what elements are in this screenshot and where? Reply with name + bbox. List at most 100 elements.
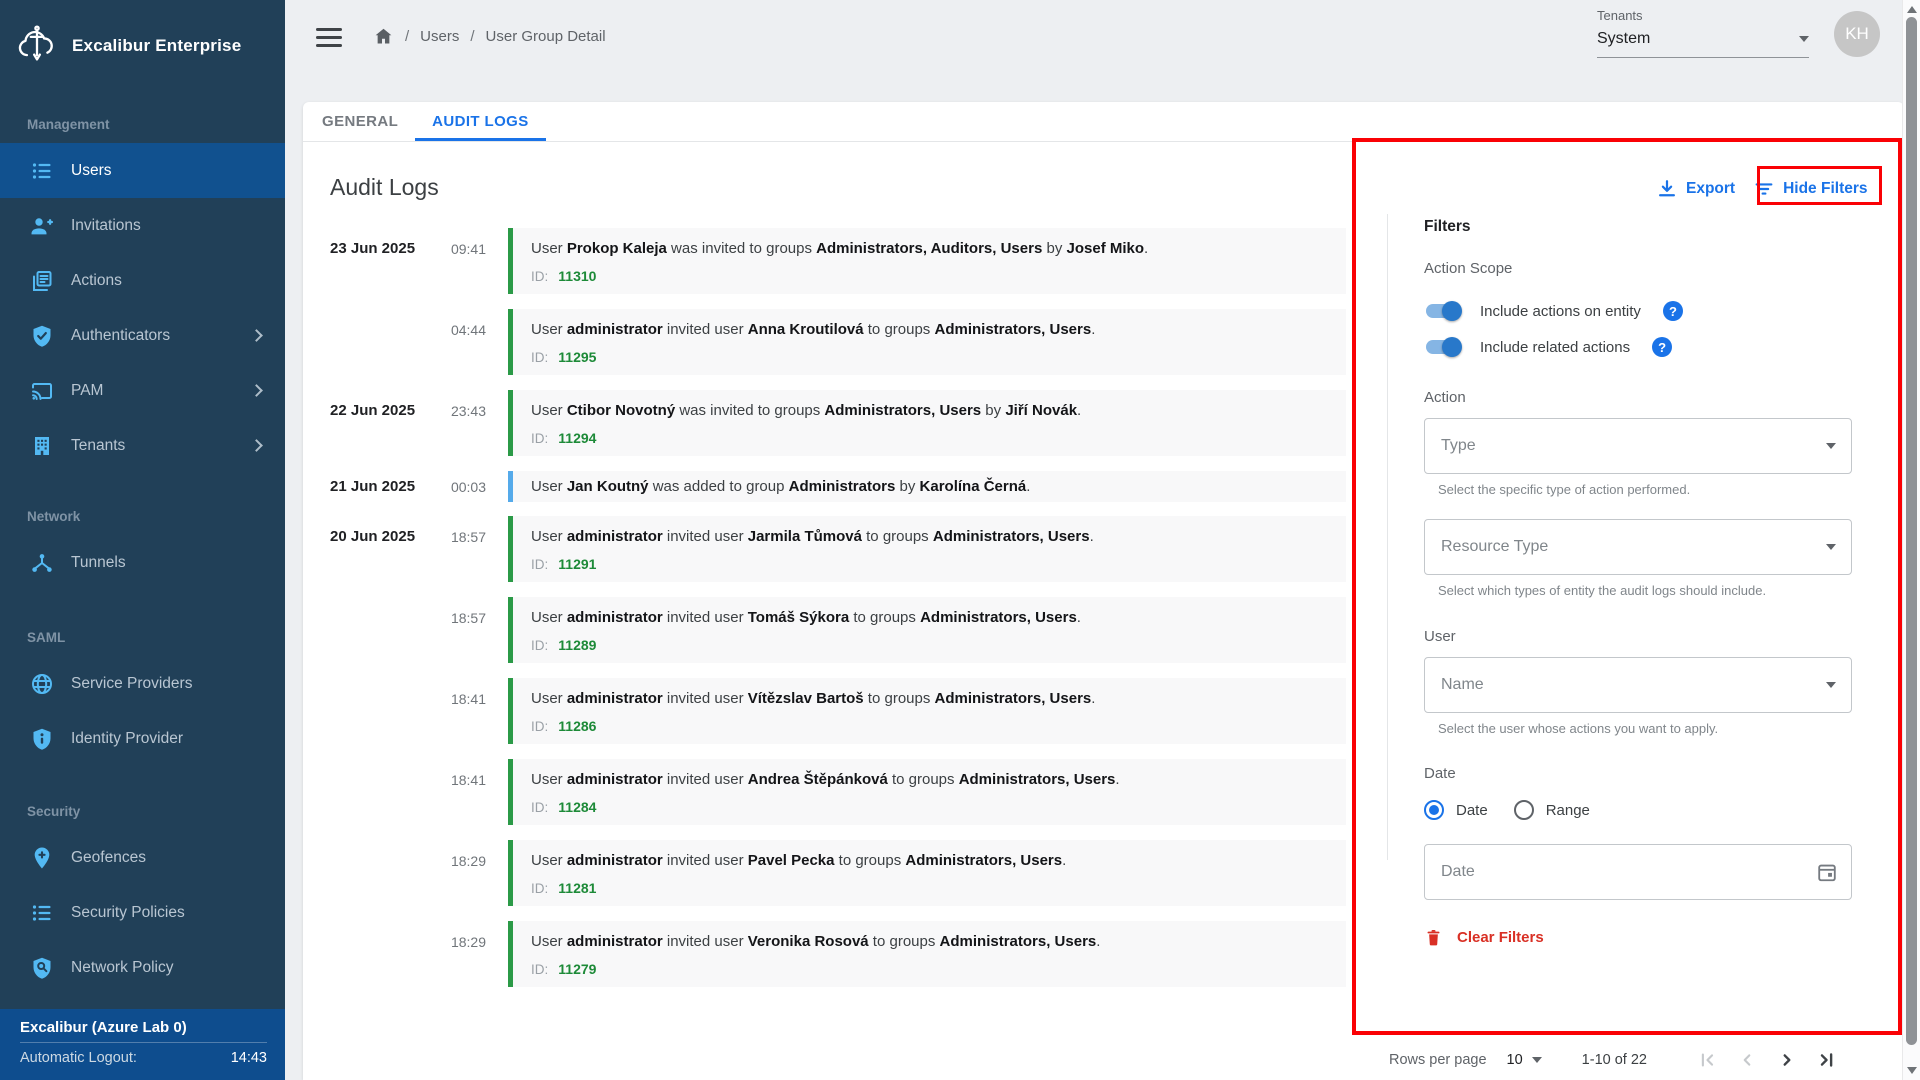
sidebar-item-service-providers[interactable]: Service Providers	[0, 656, 285, 711]
location-add-icon	[30, 846, 54, 870]
menu-icon[interactable]	[316, 28, 342, 47]
log-entry-card[interactable]: User administrator invited user Anna Kro…	[508, 309, 1346, 375]
log-entry-card[interactable]: User administrator invited user Jarmila …	[508, 516, 1346, 582]
filters-panel: Filters Action Scope Include actions on …	[1424, 218, 1852, 947]
help-icon[interactable]	[1663, 301, 1683, 321]
breadcrumb-users[interactable]: Users	[420, 28, 459, 45]
previous-page-icon[interactable]	[1733, 1046, 1761, 1074]
sidebar-item-network-policy[interactable]: Network Policy	[0, 940, 285, 995]
scroll-down-icon[interactable]	[1907, 1067, 1917, 1074]
sidebar-item-invitations[interactable]: Invitations	[0, 198, 285, 253]
log-id-line: ID:11310	[531, 268, 1328, 284]
log-time: 00:03	[422, 471, 486, 502]
sidebar-item-tenants[interactable]: Tenants	[0, 418, 285, 473]
log-id-line: ID:11281	[531, 880, 1328, 896]
log-id-line: ID:11286	[531, 718, 1328, 734]
log-time: 18:57	[422, 516, 486, 582]
avatar[interactable]: KH	[1834, 11, 1880, 57]
sidebar-item-authenticators[interactable]: Authenticators	[0, 308, 285, 363]
chevron-down-icon	[1826, 682, 1836, 688]
tenant-value: System	[1597, 30, 1650, 48]
scroll-up-icon[interactable]	[1907, 6, 1917, 13]
include-related-actions-toggle[interactable]	[1424, 337, 1462, 357]
calendar-icon[interactable]	[1816, 861, 1838, 883]
audit-log-row: 18:29User administrator invited user Ver…	[330, 921, 1346, 987]
cast-icon	[30, 379, 54, 403]
sidebar-item-geofences[interactable]: Geofences	[0, 830, 285, 885]
log-entry-card[interactable]: User administrator invited user Veronika…	[508, 921, 1346, 987]
log-date: 23 Jun 2025	[330, 228, 422, 294]
audit-log-row: 04:44User administrator invited user Ann…	[330, 309, 1346, 375]
date-input[interactable]: Date	[1424, 844, 1852, 900]
sidebar-item-users[interactable]: Users	[0, 143, 285, 198]
include-actions-on-entity-toggle[interactable]	[1424, 301, 1462, 321]
tenants-select[interactable]: Tenants System	[1597, 8, 1809, 58]
log-id-line: ID:11284	[531, 799, 1328, 815]
sidebar-item-label: Identity Provider	[71, 730, 183, 748]
sidebar-item-security-policies[interactable]: Security Policies	[0, 885, 285, 940]
trash-icon	[1424, 928, 1443, 947]
tab-audit-logs[interactable]: AUDIT LOGS	[415, 102, 546, 141]
audit-log-row: 22 Jun 202523:43User Ctibor Novotný was …	[330, 390, 1346, 456]
tab-general[interactable]: GENERAL	[305, 102, 415, 141]
app-header: Excalibur Enterprise	[0, 0, 285, 92]
sidebar-item-label: Invitations	[71, 217, 141, 235]
page-title: Audit Logs	[330, 174, 439, 201]
date-radio[interactable]	[1424, 800, 1444, 820]
log-message: User Prokop Kaleja was invited to groups…	[531, 240, 1328, 257]
resource-type-placeholder: Resource Type	[1441, 538, 1548, 556]
toggle-row-actions-on-entity: Include actions on entity	[1424, 301, 1852, 321]
range-radio-label: Range	[1546, 802, 1590, 819]
scrollbar-thumb[interactable]	[1906, 17, 1917, 1045]
breadcrumb-user-group-detail[interactable]: User Group Detail	[486, 28, 606, 45]
chevron-right-icon	[250, 384, 263, 397]
log-date	[330, 597, 422, 663]
log-entry-card[interactable]: User administrator invited user Andrea Š…	[508, 759, 1346, 825]
range-radio[interactable]	[1514, 800, 1534, 820]
log-date	[330, 921, 422, 987]
log-entry-card[interactable]: User administrator invited user Vítězsla…	[508, 678, 1346, 744]
shield-check-icon	[30, 324, 54, 348]
log-entry-card[interactable]: User Prokop Kaleja was invited to groups…	[508, 228, 1346, 294]
clear-filters-button[interactable]: Clear Filters	[1424, 928, 1852, 947]
list-icon	[30, 159, 54, 183]
sidebar-item-tunnels[interactable]: Tunnels	[0, 535, 285, 590]
resource-type-select[interactable]: Resource Type	[1424, 519, 1852, 575]
log-entry-card[interactable]: User administrator invited user Pavel Pe…	[508, 840, 1346, 906]
log-entry-card[interactable]: User administrator invited user Tomáš Sý…	[508, 597, 1346, 663]
chevron-down-icon	[1799, 36, 1809, 42]
home-icon[interactable]	[373, 26, 394, 47]
action-type-select[interactable]: Type	[1424, 418, 1852, 474]
help-icon[interactable]	[1652, 337, 1672, 357]
sidebar-item-actions[interactable]: Actions	[0, 253, 285, 308]
person-add-icon	[30, 214, 54, 238]
chevron-down-icon	[1532, 1057, 1542, 1063]
tenants-label: Tenants	[1597, 8, 1809, 23]
log-id-value: 11294	[558, 430, 596, 446]
export-button[interactable]: Export	[1686, 180, 1735, 198]
next-page-icon[interactable]	[1773, 1046, 1801, 1074]
log-message: User Ctibor Novotný was invited to group…	[531, 402, 1328, 419]
first-page-icon[interactable]	[1693, 1046, 1721, 1074]
last-page-icon[interactable]	[1813, 1046, 1841, 1074]
action-type-helper: Select the specific type of action perfo…	[1438, 482, 1852, 497]
shield-search-icon	[30, 956, 54, 980]
resource-type-helper: Select which types of entity the audit l…	[1438, 583, 1852, 598]
user-name-select[interactable]: Name	[1424, 657, 1852, 713]
log-entry-card[interactable]: User Jan Koutný was added to group Admin…	[508, 471, 1346, 502]
sidebar-item-label: Service Providers	[71, 675, 192, 693]
log-date	[330, 759, 422, 825]
globe-icon	[30, 672, 54, 696]
log-message: User administrator invited user Vítězsla…	[531, 690, 1328, 707]
sidebar-item-label: Geofences	[71, 849, 146, 867]
log-id-line: ID:11289	[531, 637, 1328, 653]
log-date: 22 Jun 2025	[330, 390, 422, 456]
log-id-value: 11286	[558, 718, 596, 734]
sidebar-item-identity-provider[interactable]: Identity Provider	[0, 711, 285, 766]
sidebar-item-label: Actions	[71, 272, 122, 290]
rows-per-page-select[interactable]: 10	[1507, 1052, 1542, 1068]
hide-filters-button[interactable]: Hide Filters	[1783, 180, 1867, 198]
sidebar-item-pam[interactable]: PAM	[0, 363, 285, 418]
log-entry-card[interactable]: User Ctibor Novotný was invited to group…	[508, 390, 1346, 456]
log-time: 18:41	[422, 759, 486, 825]
